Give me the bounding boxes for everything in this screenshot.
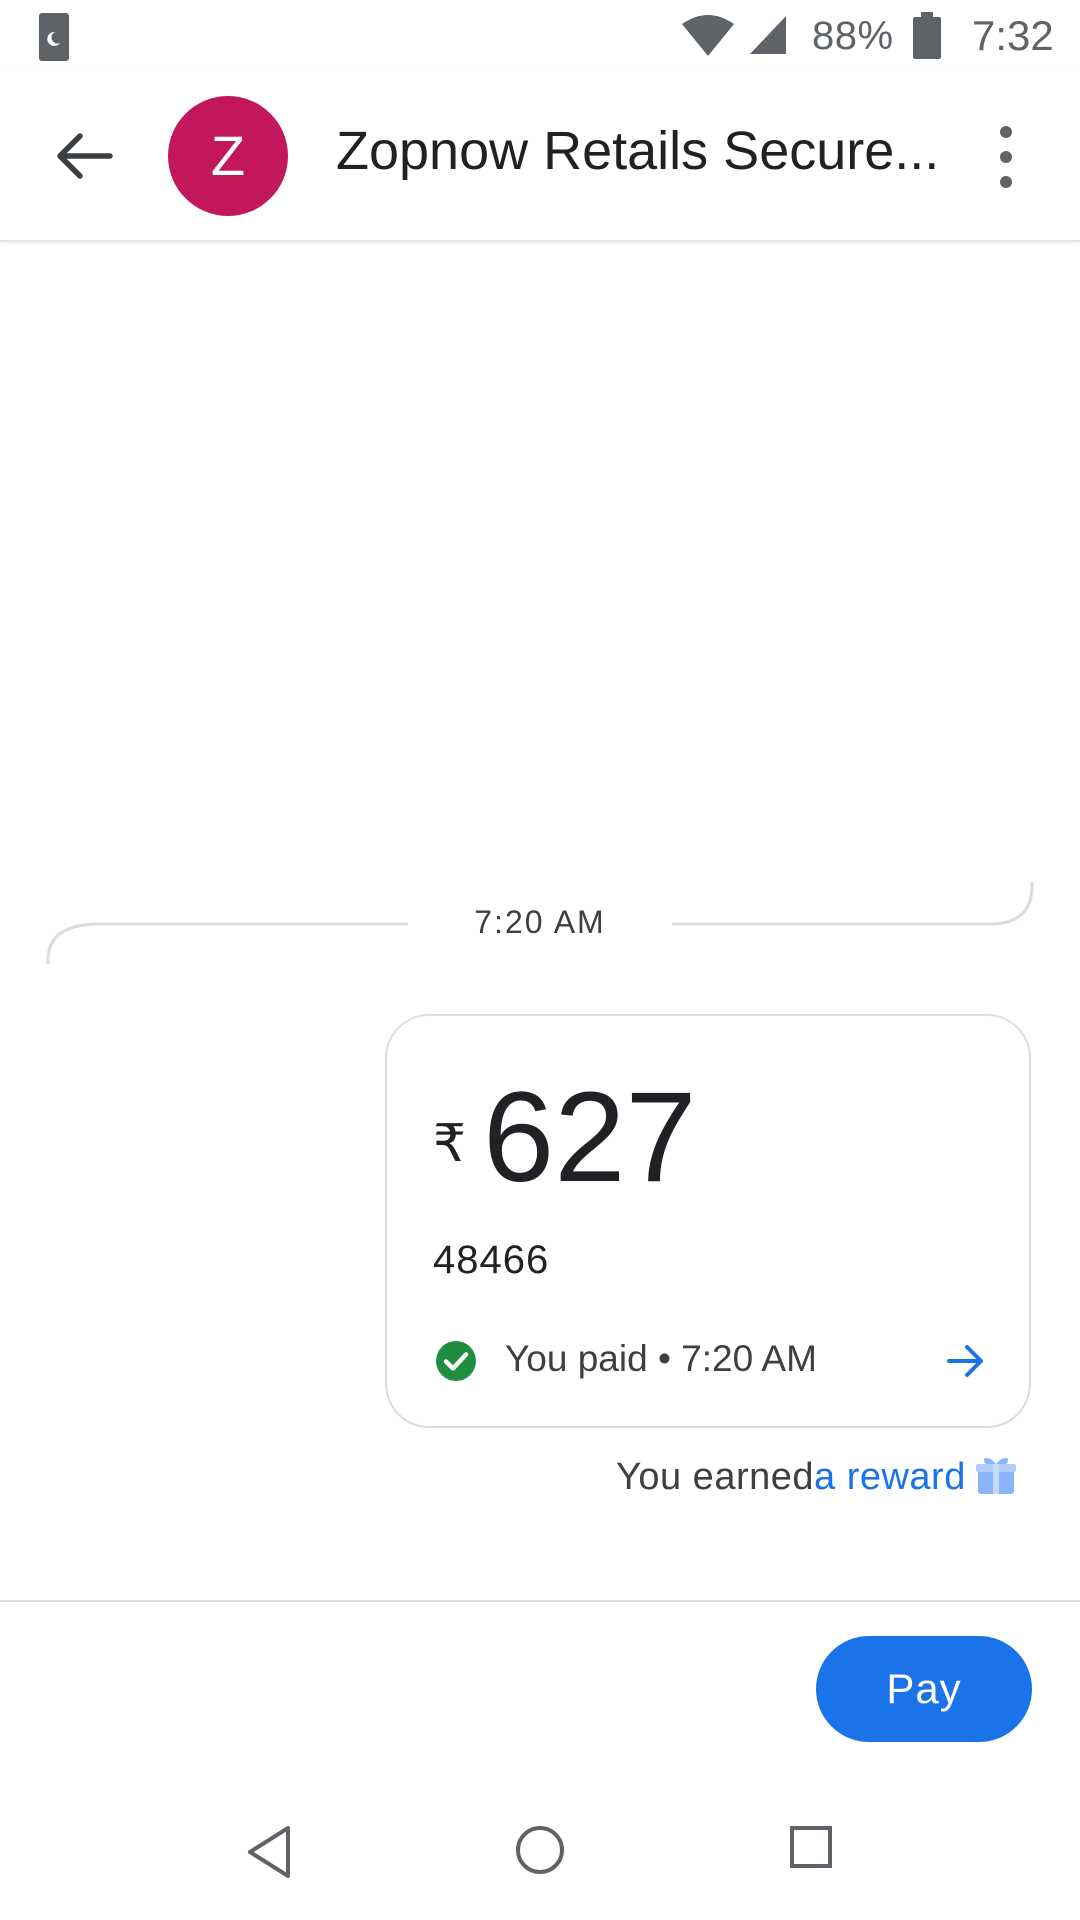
reward-link[interactable]: a reward — [814, 1456, 966, 1499]
payment-note: 48466 — [433, 1238, 550, 1282]
currency-symbol: ₹ — [433, 1115, 467, 1173]
navigation-bar — [0, 1780, 1080, 1920]
back-arrow-icon[interactable] — [50, 122, 118, 190]
divider — [0, 1600, 1080, 1602]
screen: 88% 7:32 Z Zopnow Retails Secure... 7:20… — [0, 0, 1080, 1920]
status-bar: 88% 7:32 — [0, 0, 1080, 72]
status-time: 7:32 — [972, 12, 1054, 59]
battery-icon — [913, 12, 941, 59]
reward-prefix: You earned — [616, 1456, 815, 1498]
timeline-timestamp: 7:20 AM — [474, 904, 606, 940]
do-not-disturb-icon — [39, 13, 69, 61]
nav-back-icon[interactable] — [244, 1824, 294, 1880]
check-circle-icon — [436, 1341, 476, 1381]
battery-percentage: 88% — [812, 14, 894, 58]
reward-row: You earned a reward — [600, 1454, 1040, 1510]
nav-home-icon[interactable] — [514, 1824, 566, 1876]
gift-icon[interactable] — [974, 1452, 1018, 1496]
wifi-icon — [682, 15, 734, 56]
arrow-right-icon[interactable] — [943, 1338, 989, 1384]
payment-card[interactable]: ₹ 627 48466 You paid • 7:20 AM — [385, 1014, 1031, 1428]
timeline-separator: 7:20 AM — [0, 870, 1080, 970]
avatar[interactable]: Z — [168, 96, 288, 216]
page-title[interactable]: Zopnow Retails Secure... — [336, 120, 936, 182]
more-options-icon[interactable] — [992, 122, 1020, 192]
pay-button[interactable]: Pay — [816, 1636, 1032, 1742]
app-bar: Z Zopnow Retails Secure... — [0, 72, 1080, 242]
payment-status: You paid • 7:20 AM — [505, 1338, 817, 1379]
nav-recents-icon[interactable] — [788, 1824, 834, 1870]
payment-amount: 627 — [483, 1066, 697, 1209]
signal-icon — [750, 16, 786, 54]
